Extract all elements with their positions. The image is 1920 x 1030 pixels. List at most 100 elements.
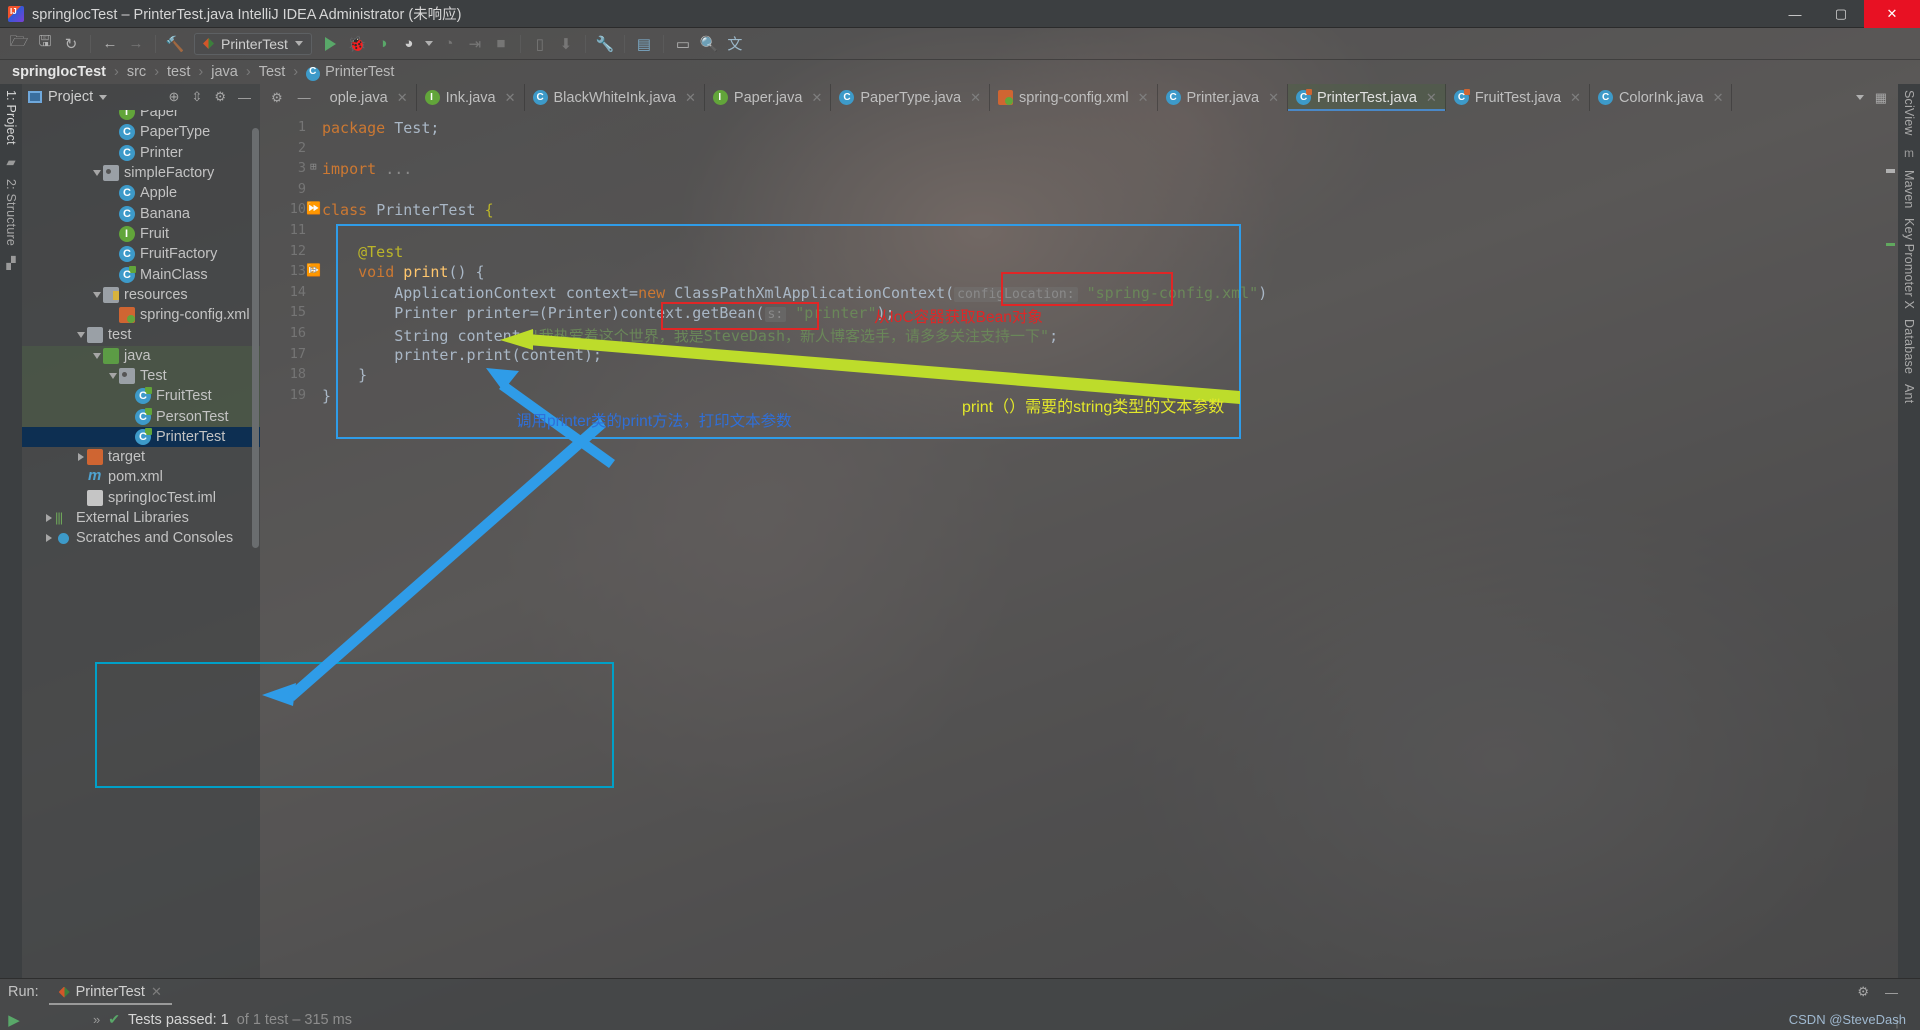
search-icon[interactable]: 🔍 [696, 31, 722, 57]
debug-icon[interactable]: 🐞 [344, 31, 370, 57]
maximize-button[interactable]: ▢ [1818, 0, 1864, 28]
editor-tab-colorink-java[interactable]: ColorInk.java ✕ [1590, 84, 1733, 111]
locate-icon[interactable]: ⊕ [166, 89, 183, 105]
code-content[interactable]: package Test; import ... class PrinterTest… [310, 111, 1898, 978]
project-tree[interactable]: Paper PaperType Printer simpleFactory Apple B… [22, 110, 260, 978]
close-icon[interactable]: ✕ [1138, 90, 1149, 106]
chevron-down-icon[interactable] [90, 352, 103, 359]
code-editor[interactable]: 1 2 3 9 10 ⏩ 11 12 13 ⏩ 14 15 16 17 18 19 package Test;… [260, 111, 1898, 978]
close-icon[interactable]: ✕ [1713, 90, 1724, 106]
wrench-icon[interactable]: 🔧 [592, 31, 618, 57]
tree-item-banana[interactable]: Banana [22, 203, 260, 223]
chevron-down-icon[interactable] [74, 332, 87, 339]
tree-item-resources[interactable]: resources [22, 285, 260, 305]
close-icon[interactable]: ✕ [151, 984, 162, 1000]
translate-icon[interactable]: 文 [722, 31, 748, 57]
editor-tab-printertest-java[interactable]: PrinterTest.java ✕ [1287, 84, 1446, 111]
run-with-coverage-icon[interactable]: ◑ [370, 31, 396, 57]
close-icon[interactable]: ✕ [970, 90, 981, 106]
tree-item-java[interactable]: java [22, 345, 260, 366]
chevron-down-icon[interactable] [90, 170, 103, 177]
editor-tab-ink-java[interactable]: Ink.java ✕ [417, 84, 525, 111]
tree-item-persontest[interactable]: PersonTest [22, 406, 260, 427]
close-icon[interactable]: ✕ [505, 90, 516, 106]
close-icon[interactable]: ✕ [685, 90, 696, 106]
hide-icon[interactable]: — [295, 90, 314, 105]
back-arrow-icon[interactable]: ← [97, 31, 123, 57]
close-icon[interactable]: ✕ [397, 90, 408, 106]
breadcrumb-item-1[interactable]: src [127, 64, 146, 80]
fold-collapse-icon[interactable]: ⊟ [310, 263, 317, 276]
run-gutter-icon[interactable]: ⏩ [306, 201, 321, 215]
minimize-button[interactable]: — [1772, 0, 1818, 28]
hide-icon[interactable]: — [235, 90, 254, 105]
collapse-all-icon[interactable]: ⇳ [188, 89, 205, 105]
editor-tab-paper-java[interactable]: Paper.java ✕ [705, 84, 832, 111]
run-icon[interactable] [318, 31, 344, 57]
tree-item-test[interactable]: test [22, 325, 260, 345]
tree-item-papertype[interactable]: PaperType [22, 122, 260, 142]
close-icon[interactable]: ✕ [811, 90, 822, 106]
tree-item-simplefactory[interactable]: simpleFactory [22, 163, 260, 183]
tree-item-fruittest[interactable]: FruitTest [22, 386, 260, 407]
project-scrollbar[interactable] [252, 110, 259, 978]
tree-item-printer[interactable]: Printer [22, 143, 260, 163]
hammer-icon[interactable]: 🔨 [162, 31, 188, 57]
editor-gutter[interactable]: 1 2 3 9 10 ⏩ 11 12 13 ⏩ 14 15 16 17 18 19 [260, 111, 321, 978]
editor-tab-spring-config-xml[interactable]: spring-config.xml ✕ [990, 84, 1158, 111]
chevron-right-icon[interactable] [42, 514, 55, 523]
chevron-down-icon[interactable] [99, 94, 108, 100]
gear-icon[interactable]: ⚙ [211, 89, 229, 105]
sidebar-item-project[interactable]: 1: Project [4, 90, 18, 145]
sidebar-item-database[interactable]: Database [1902, 319, 1916, 374]
sidebar-item-sciview[interactable]: SciView [1902, 90, 1916, 136]
structure-icon[interactable]: ▤ [631, 31, 657, 57]
chevron-right-icon[interactable] [74, 453, 87, 462]
tree-item-test[interactable]: Test [22, 365, 260, 387]
breadcrumb-item-4[interactable]: Test [259, 64, 286, 80]
run-console[interactable]: » ✔ Tests passed: 1 of 1 test – 315 ms ▼… [28, 1005, 1874, 1030]
close-icon[interactable]: ✕ [1570, 90, 1581, 106]
grid-icon[interactable]: ▦ [1872, 90, 1890, 106]
editor-tab-fruittest-java[interactable]: FruitTest.java ✕ [1446, 84, 1590, 111]
chevron-down-icon[interactable] [90, 291, 103, 298]
expand-icon[interactable]: » [38, 1012, 100, 1027]
tree-item-spring-config-xml[interactable]: spring-config.xml [22, 305, 260, 325]
close-button[interactable]: ✕ [1864, 0, 1920, 28]
run-configuration-selector[interactable]: PrinterTest [194, 32, 312, 55]
hide-icon[interactable]: — [1882, 985, 1912, 1000]
fold-expand-icon[interactable]: ⊞ [310, 160, 317, 173]
tree-item-external-libraries[interactable]: External Libraries [22, 508, 260, 528]
tree-item-pom-xml[interactable]: pom.xml [22, 467, 260, 487]
save-icon[interactable]: 🖫 [32, 31, 58, 57]
chevron-right-icon[interactable] [42, 534, 55, 543]
tree-item-springioctest-iml[interactable]: springIocTest.iml [22, 488, 260, 508]
editor-scrollbar[interactable] [1886, 111, 1898, 978]
tree-item-target[interactable]: target [22, 447, 260, 467]
tree-item-fruitfactory[interactable]: FruitFactory [22, 244, 260, 264]
sync-icon[interactable]: ↻ [58, 31, 84, 57]
gear-icon[interactable]: ⚙ [268, 90, 286, 106]
bookmark-icon[interactable]: ▭ [670, 31, 696, 57]
tree-item-scratches-and-consoles[interactable]: Scratches and Consoles [22, 528, 260, 548]
tree-item-fruit[interactable]: Fruit [22, 224, 260, 244]
breadcrumb-item-5[interactable]: PrinterTest [325, 64, 394, 80]
editor-tab-printer-java[interactable]: Printer.java ✕ [1158, 84, 1288, 111]
close-icon[interactable]: ✕ [1426, 90, 1437, 106]
run-tab-printertest[interactable]: PrinterTest ✕ [49, 979, 172, 1005]
tree-item-printertest[interactable]: PrinterTest [22, 426, 260, 448]
tree-item-apple[interactable]: Apple [22, 183, 260, 203]
gear-icon[interactable]: ⚙ [1854, 984, 1872, 1000]
breadcrumb-item-3[interactable]: java [211, 64, 238, 80]
tree-item-paper[interactable]: Paper [22, 110, 260, 122]
editor-tab-ople-java[interactable]: ople.java ✕ [322, 84, 417, 111]
breadcrumb-item-2[interactable]: test [167, 64, 190, 80]
profiler-icon[interactable]: ◕ [396, 31, 422, 57]
profiler-dropdown-icon[interactable] [422, 31, 436, 57]
chevron-down-icon[interactable] [1855, 95, 1864, 100]
editor-tab-blackwhiteink-java[interactable]: BlackWhiteInk.java ✕ [525, 84, 705, 111]
sidebar-item-ant[interactable]: Ant [1902, 384, 1916, 403]
editor-tab-papertype-java[interactable]: PaperType.java ✕ [831, 84, 991, 111]
tree-item-mainclass[interactable]: MainClass [22, 264, 260, 284]
breadcrumb-item-0[interactable]: springIocTest [12, 64, 106, 80]
